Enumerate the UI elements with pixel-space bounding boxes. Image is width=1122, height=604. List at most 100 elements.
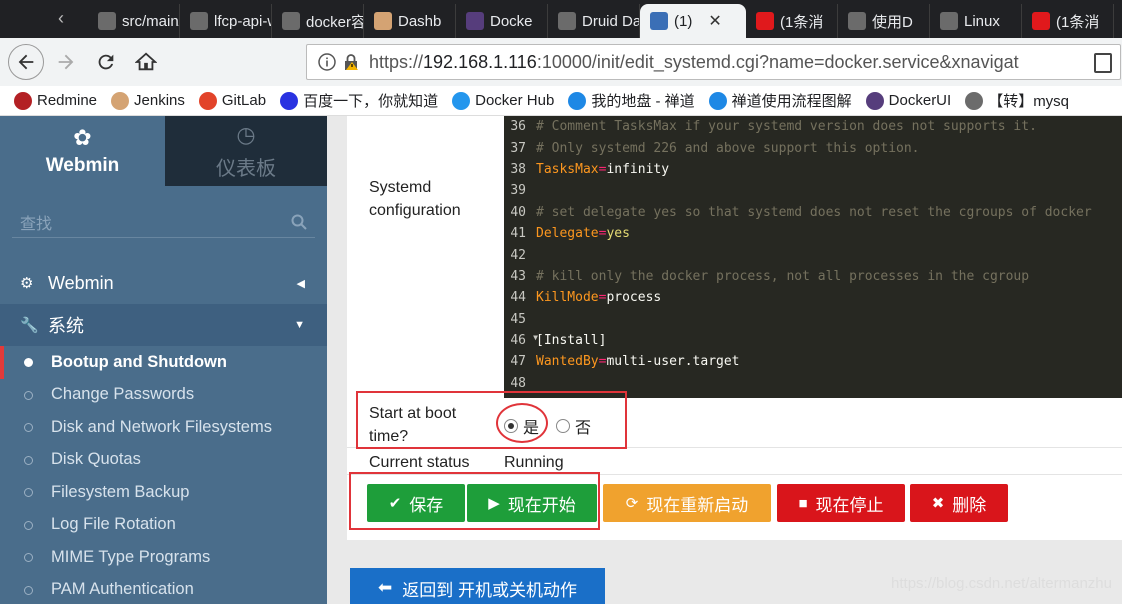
wrench-icon: 🔧 bbox=[20, 317, 39, 334]
sidebar-subitem[interactable]: Disk and Network Filesystems bbox=[0, 411, 327, 444]
stop-square-icon: ■ bbox=[798, 494, 808, 512]
bookmark-item[interactable]: Redmine bbox=[14, 91, 98, 110]
sidebar-search-placeholder: 查找 bbox=[20, 215, 53, 233]
sidebar-item-system[interactable]: 🔧 系统 ▼ bbox=[0, 304, 327, 346]
caret-left-icon: ◀ bbox=[296, 277, 305, 290]
systemd-config-editor[interactable]: 36 # Comment TasksMax if your systemd ver… bbox=[504, 116, 1122, 398]
bookmark-item[interactable]: GitLab bbox=[198, 91, 266, 110]
editor-line: 46 ▼ [Install] bbox=[504, 330, 1122, 351]
sidebar-subitem[interactable]: Disk Quotas bbox=[0, 444, 327, 477]
line-number-text: 38 bbox=[510, 161, 526, 177]
browser-tab[interactable]: docker容器 bbox=[272, 4, 364, 38]
code-text: # Only systemd 226 and above support thi… bbox=[536, 141, 920, 156]
linux-icon bbox=[848, 12, 866, 30]
code-token: # Comment TasksMax if your systemd versi… bbox=[536, 119, 1037, 135]
browser-tab[interactable]: (1) ✕ bbox=[640, 4, 746, 38]
return-to-bootup-button[interactable]: ⬅ 返回到 开机或关机动作 bbox=[350, 568, 605, 604]
bookmark-label: DockerUI bbox=[888, 92, 952, 109]
line-number-text: 48 bbox=[510, 375, 526, 391]
restart-now-button[interactable]: ⟳ 现在重新启动 bbox=[603, 484, 771, 522]
browser-toolbar: https://192.168.1.116:10000/init/edit_sy… bbox=[0, 38, 1122, 86]
bookmark-item[interactable]: Docker Hub bbox=[452, 91, 554, 110]
url-scheme: https:// bbox=[369, 51, 424, 72]
code-token: Delegate bbox=[536, 226, 599, 242]
home-button[interactable] bbox=[128, 44, 164, 80]
bookmark-label: Jenkins bbox=[134, 92, 185, 109]
sidebar-search-input[interactable]: 查找 bbox=[12, 206, 315, 238]
line-number-text: 39 bbox=[510, 183, 526, 199]
sidebar-tab-dashboard[interactable]: ◷ 仪表板 bbox=[165, 116, 327, 186]
browser-tab[interactable]: (1条消 bbox=[1022, 4, 1114, 38]
delete-button[interactable]: ✖ 删除 bbox=[910, 484, 1008, 522]
address-bar[interactable]: https://192.168.1.116:10000/init/edit_sy… bbox=[306, 44, 1121, 80]
browser-tab-label: src/main/ bbox=[122, 12, 180, 30]
line-number-text: 47 bbox=[510, 354, 526, 370]
close-tab-icon[interactable]: ✕ bbox=[708, 11, 721, 31]
editor-line: 38 TasksMax=infinity bbox=[504, 159, 1122, 180]
line-number-text: 37 bbox=[510, 140, 526, 156]
browser-tab[interactable]: (1条消 bbox=[746, 4, 838, 38]
sidebar-tab-webmin[interactable]: ✿ Webmin bbox=[0, 116, 165, 186]
sidebar-subitem[interactable]: Log File Rotation bbox=[0, 509, 327, 542]
browser-tab[interactable]: Linux bbox=[930, 4, 1022, 38]
bookmark-item[interactable]: DockerUI bbox=[865, 91, 952, 110]
editor-line: 47 WantedBy=multi-user.target bbox=[504, 351, 1122, 372]
browser-tab-label: Linux bbox=[964, 12, 1000, 30]
bookmark-item[interactable]: 禅道使用流程图解 bbox=[708, 90, 852, 111]
tab-scroll-left-icon[interactable]: ‹ bbox=[58, 8, 64, 29]
search-icon[interactable] bbox=[291, 214, 307, 230]
bookmark-item[interactable]: 我的地盘 - 禅道 bbox=[568, 90, 695, 111]
gitlab-icon bbox=[98, 12, 116, 30]
browser-tab[interactable]: 使用D bbox=[838, 4, 930, 38]
sidebar-item-webmin[interactable]: ⚙ Webmin ◀ bbox=[0, 262, 327, 304]
bookmark-item[interactable]: 【转】mysq bbox=[965, 90, 1069, 111]
restart-now-button-label: 现在重新启动 bbox=[646, 495, 749, 515]
editor-line: 42 bbox=[504, 244, 1122, 265]
sidebar-subitem[interactable]: Bootup and Shutdown bbox=[0, 346, 327, 379]
editor-line: 41 Delegate=yes bbox=[504, 223, 1122, 244]
browser-tab-label: Druid Dat bbox=[582, 12, 640, 30]
sidebar-subitem[interactable]: Change Passwords bbox=[0, 379, 327, 412]
druid-icon bbox=[558, 12, 576, 30]
stop-now-button[interactable]: ■ 现在停止 bbox=[777, 484, 905, 522]
insecure-lock-icon[interactable] bbox=[341, 52, 361, 72]
code-text: # kill only the docker process, not all … bbox=[536, 269, 1029, 284]
editor-line: 43 # kill only the docker process, not al… bbox=[504, 266, 1122, 287]
sidebar-item-label: 系统 bbox=[48, 316, 84, 336]
bootstrap-icon bbox=[466, 12, 484, 30]
forward-button[interactable] bbox=[48, 44, 84, 80]
code-token: WantedBy bbox=[536, 354, 599, 370]
zentao-icon bbox=[708, 91, 727, 110]
line-number-text: 46 bbox=[510, 333, 526, 349]
reload-icon bbox=[98, 54, 114, 70]
webmin-icon bbox=[650, 12, 668, 30]
webmin-sidebar: ✿ Webmin ◷ 仪表板 查找 ⚙ Webmin ◀ 🔧 系统 ▼ Boot… bbox=[0, 116, 327, 604]
fold-arrow-icon[interactable]: ▼ bbox=[533, 333, 538, 342]
line-number-text: 45 bbox=[510, 311, 526, 327]
linux-icon bbox=[940, 12, 958, 30]
reader-mode-icon[interactable] bbox=[1094, 53, 1112, 73]
current-status-label: Current status bbox=[369, 454, 470, 471]
csdn-icon bbox=[1032, 12, 1050, 30]
baidu-icon bbox=[280, 91, 299, 110]
back-button[interactable] bbox=[8, 44, 44, 80]
browser-tab[interactable]: lfcp-api-w bbox=[180, 4, 272, 38]
browser-tab[interactable]: Dashb bbox=[364, 4, 456, 38]
browser-tab[interactable]: Docke bbox=[456, 4, 548, 38]
bootstrap-icon bbox=[865, 91, 884, 110]
sidebar-subitem[interactable]: Filesystem Backup bbox=[0, 476, 327, 509]
bookmark-item[interactable]: 百度一下，你就知道 bbox=[280, 90, 438, 111]
system-submenu: Bootup and Shutdown Change Passwords Disk … bbox=[0, 346, 327, 604]
bookmark-item[interactable]: Jenkins bbox=[111, 91, 185, 110]
sidebar-subitem[interactable]: MIME Type Programs bbox=[0, 541, 327, 574]
reload-button[interactable] bbox=[88, 44, 124, 80]
browser-tab[interactable]: src/main/ bbox=[88, 4, 180, 38]
sidebar-subitem[interactable]: PAM Authentication bbox=[0, 574, 327, 604]
bookmark-label: Redmine bbox=[37, 92, 98, 109]
browser-tab[interactable]: Druid Dat bbox=[548, 4, 640, 38]
delete-button-label: 删除 bbox=[952, 495, 987, 515]
info-icon[interactable] bbox=[317, 52, 337, 72]
line-number: 48 bbox=[504, 376, 536, 391]
line-number: 44 bbox=[504, 290, 536, 305]
editor-line: 44 KillMode=process bbox=[504, 287, 1122, 308]
